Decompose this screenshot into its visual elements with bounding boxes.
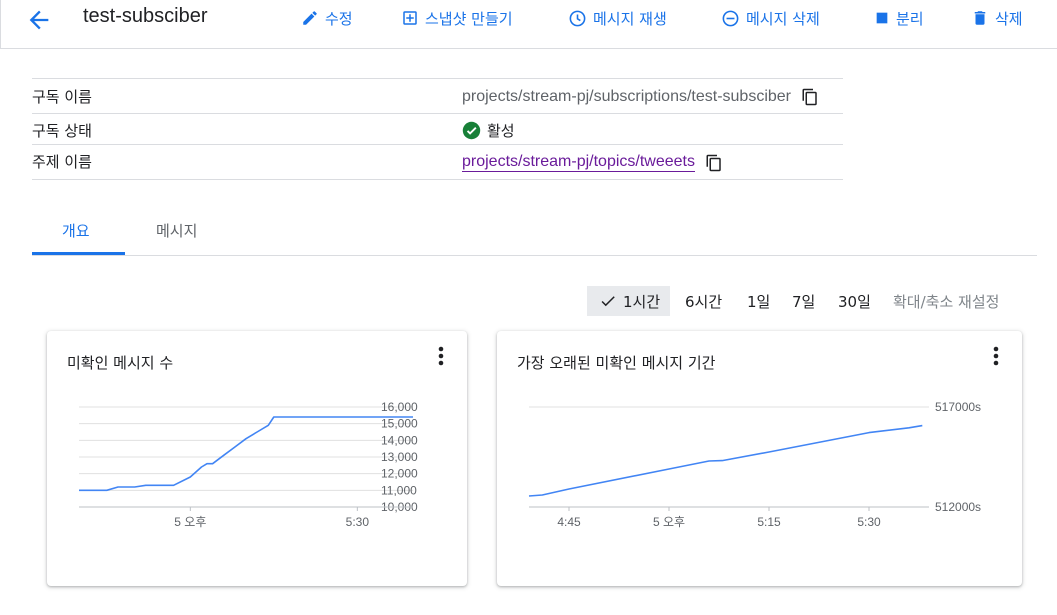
minus-circle-icon xyxy=(722,10,739,26)
y-tick-label: 13,000 xyxy=(381,450,418,464)
range-1h-label: 1시간 xyxy=(623,292,661,311)
copy-icon[interactable] xyxy=(801,88,819,106)
chart-title: 미확인 메시지 수 xyxy=(67,354,174,372)
tab-bar: 개요 메시지 xyxy=(32,210,1037,256)
x-tick-label: 4:45 xyxy=(557,515,581,529)
edit-label: 수정 xyxy=(325,9,353,28)
copy-icon[interactable] xyxy=(705,154,723,172)
y-tick-label: 16,000 xyxy=(381,400,418,414)
range-1d[interactable]: 1일 xyxy=(747,286,770,316)
top-bar: test-subsciber 수정 스냅샷 만들기 메시지 재생 메시지 삭제 … xyxy=(0,0,1057,49)
detach-label: 분리 xyxy=(896,9,924,28)
tab-messages[interactable]: 메시지 xyxy=(156,220,197,241)
y-tick-label: 517000s xyxy=(935,400,981,414)
purge-messages-button[interactable]: 메시지 삭제 xyxy=(721,7,820,29)
detail-row-subscription-name: 구독 이름 projects/stream-pj/subscriptions/t… xyxy=(32,79,843,114)
y-tick-label: 512000s xyxy=(935,500,981,514)
range-7d[interactable]: 7일 xyxy=(792,286,815,316)
detail-label: 구독 이름 xyxy=(32,88,92,106)
stop-square-icon xyxy=(876,12,888,24)
detach-button[interactable]: 분리 xyxy=(874,7,924,29)
back-arrow-icon[interactable] xyxy=(25,6,53,34)
range-6h[interactable]: 6시간 xyxy=(685,286,722,316)
check-circle-icon xyxy=(462,121,481,140)
clock-icon xyxy=(569,10,586,26)
subscription-path: projects/stream-pj/subscriptions/test-su… xyxy=(462,88,792,105)
range-1h[interactable]: 1시간 xyxy=(587,286,671,316)
reset-zoom-button[interactable]: 확대/축소 재설정 xyxy=(893,286,999,316)
snapshot-icon xyxy=(403,11,417,25)
pencil-icon xyxy=(303,11,317,25)
create-snapshot-label: 스냅샷 만들기 xyxy=(425,9,513,28)
trash-icon xyxy=(974,11,986,25)
y-tick-label: 12,000 xyxy=(381,467,418,481)
detail-value: projects/stream-pj/topics/tweeets xyxy=(462,153,723,172)
detail-row-topic-name: 주제 이름 projects/stream-pj/topics/tweeets xyxy=(32,145,843,180)
check-icon xyxy=(601,296,615,307)
detail-row-subscription-status: 구독 상태 활성 xyxy=(32,114,843,145)
y-tick-label: 11,000 xyxy=(381,483,417,497)
more-vert-icon[interactable] xyxy=(991,345,1001,367)
subscription-details: 구독 이름 projects/stream-pj/subscriptions/t… xyxy=(32,78,843,180)
chart-card-unacked-count: 16,000 15,000 14,000 13,000 12,000 11,000 10,0… xyxy=(47,331,467,586)
detail-label: 구독 상태 xyxy=(32,122,92,140)
x-tick-label: 5:15 xyxy=(757,515,781,529)
series-line xyxy=(79,416,413,492)
create-snapshot-button[interactable]: 스냅샷 만들기 xyxy=(401,7,513,29)
edit-button[interactable]: 수정 xyxy=(301,7,353,29)
series-line xyxy=(528,424,923,497)
detail-value: 활성 xyxy=(462,120,515,141)
range-30d[interactable]: 30일 xyxy=(838,286,871,316)
x-tick-label: 5:30 xyxy=(857,515,881,529)
active-tab-indicator xyxy=(32,252,125,255)
more-vert-icon[interactable] xyxy=(436,345,446,367)
page-title: test-subsciber xyxy=(83,5,208,27)
x-tick-label: 5 오후 xyxy=(653,515,685,529)
detail-label: 주제 이름 xyxy=(32,153,92,171)
delete-label: 삭제 xyxy=(995,9,1023,28)
y-tick-label: 15,000 xyxy=(381,417,418,431)
y-tick-label: 14,000 xyxy=(381,433,418,447)
replay-messages-label: 메시지 재생 xyxy=(593,9,667,28)
detail-value: projects/stream-pj/subscriptions/test-su… xyxy=(462,88,819,106)
x-tick-label: 5 오후 xyxy=(174,515,206,529)
replay-messages-button[interactable]: 메시지 재생 xyxy=(568,7,667,29)
tab-overview[interactable]: 개요 xyxy=(62,220,90,241)
chart-title: 가장 오래된 미확인 메시지 기간 xyxy=(517,354,716,372)
chart-card-oldest-age: 517000s 512000s 4:45 5 오후 5:15 5:30 가장 오래된 미확… xyxy=(497,331,1022,586)
x-tick-label: 5:30 xyxy=(346,515,370,529)
purge-messages-label: 메시지 삭제 xyxy=(746,9,820,28)
delete-button[interactable]: 삭제 xyxy=(971,7,1023,29)
topic-link[interactable]: projects/stream-pj/topics/tweeets xyxy=(462,153,695,172)
status-value: 활성 xyxy=(487,122,515,140)
